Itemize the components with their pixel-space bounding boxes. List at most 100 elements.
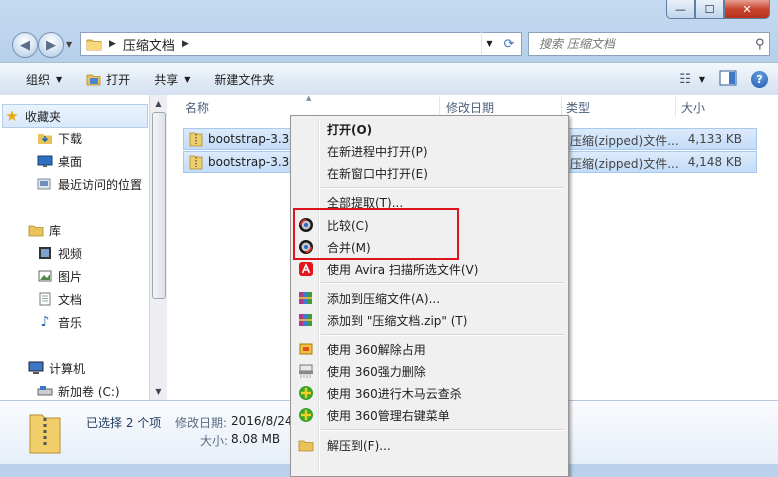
library-icon — [27, 223, 45, 237]
file-size: 4,148 KB — [687, 155, 742, 169]
nav-desktop[interactable]: 桌面 — [36, 150, 82, 172]
menu-item-label: 使用 Avira 扫描所选文件(V) — [327, 262, 479, 277]
nav-documents[interactable]: 文档 — [36, 288, 82, 310]
organize-button[interactable]: 组织 ▼ — [0, 63, 74, 95]
nav-desktop-label: 桌面 — [58, 154, 83, 169]
help-button[interactable]: ? — [751, 70, 768, 88]
column-name[interactable]: 名称 — [185, 95, 209, 119]
column-size-label: 大小 — [681, 100, 706, 115]
share-button[interactable]: 共享 ▼ — [142, 63, 202, 95]
nav-music-label: 音乐 — [58, 315, 83, 330]
preview-pane-button[interactable] — [719, 70, 737, 89]
avira-icon — [293, 261, 319, 277]
menu-item-label: 打开(O) — [327, 122, 373, 137]
menu-item-open-new-process[interactable]: 在新进程中打开(P) — [293, 140, 566, 162]
address-bar[interactable]: ▶ 压缩文档 ▶ — [80, 32, 498, 56]
preview-pane-icon — [719, 70, 737, 85]
shredder-icon — [293, 363, 319, 379]
shield-360-icon — [293, 385, 319, 401]
menu-item-360-trojan-scan[interactable]: 使用 360进行木马云查杀 — [293, 382, 566, 404]
column-divider[interactable] — [675, 97, 676, 117]
forward-arrow-icon: ▶ — [46, 37, 56, 53]
column-type[interactable]: 类型 — [566, 95, 590, 119]
nav-computer-label: 计算机 — [49, 361, 86, 376]
drive-icon — [36, 384, 54, 398]
column-divider[interactable] — [439, 97, 440, 117]
menu-item-extract-to[interactable]: 解压到(F)... — [293, 434, 566, 456]
nav-computer[interactable]: 计算机 — [27, 357, 85, 379]
nav-favorites-label: 收藏夹 — [25, 109, 62, 124]
back-button[interactable]: ◀ — [12, 32, 38, 58]
open-label: 打开 — [106, 72, 131, 87]
refresh-icon: ⟳ — [503, 36, 515, 52]
menu-item-360-manage-menu[interactable]: 使用 360管理右键菜单 — [293, 404, 566, 426]
menu-item-label: 使用 360管理右键菜单 — [327, 408, 450, 423]
nav-drive-c[interactable]: 新加卷 (C:) — [36, 380, 120, 402]
column-divider[interactable] — [561, 97, 562, 117]
search-input[interactable] — [537, 36, 751, 52]
nav-downloads[interactable]: 下载 — [36, 127, 82, 149]
zip-folder-large-icon — [29, 414, 61, 454]
help-icon: ? — [756, 72, 763, 86]
menu-separator — [321, 282, 564, 284]
address-dropdown[interactable]: ▼ — [481, 32, 497, 54]
menu-item-label: 解压到(F)... — [327, 438, 391, 453]
file-type: 压缩(zipped)文件... — [570, 157, 679, 171]
nav-documents-label: 文档 — [58, 292, 83, 307]
scroll-thumb[interactable] — [152, 112, 166, 299]
view-options-button[interactable]: ☷ ▼ — [679, 72, 705, 87]
new-folder-label: 新建文件夹 — [214, 72, 275, 87]
nav-library[interactable]: 库 — [27, 219, 61, 241]
menu-item-open-new-window[interactable]: 在新窗口中打开(E) — [293, 162, 566, 184]
menu-item-360-unlock[interactable]: 使用 360解除占用 — [293, 338, 566, 360]
menu-item-360-force-delete[interactable]: 使用 360强力删除 — [293, 360, 566, 382]
organize-label: 组织 — [26, 72, 51, 87]
nav-library-label: 库 — [49, 223, 62, 238]
nav-favorites[interactable]: ★ 收藏夹 — [2, 104, 148, 128]
highlight-annotation-box — [293, 208, 459, 260]
breadcrumb-separator-icon[interactable]: ▶ — [109, 39, 116, 49]
menu-item-label: 添加到压缩文件(A)... — [327, 291, 441, 306]
menu-item-label: 使用 360强力删除 — [327, 364, 426, 379]
nav-recent-places[interactable]: 最近访问的位置 — [36, 173, 142, 195]
nav-videos[interactable]: 视频 — [36, 242, 82, 264]
recent-pages-dropdown[interactable]: ▼ — [66, 40, 72, 49]
desktop-icon — [36, 154, 54, 168]
menu-item-label: 在新进程中打开(P) — [327, 144, 428, 159]
breadcrumb-current[interactable]: 压缩文档 — [123, 35, 175, 54]
menu-item-label: 使用 360进行木马云查杀 — [327, 386, 462, 401]
menu-item-add-to-archive[interactable]: 添加到压缩文件(A)... — [293, 287, 566, 309]
caption-buttons: — ☐ ✕ — [666, 0, 770, 20]
refresh-button[interactable]: ⟳ — [497, 32, 522, 56]
breadcrumb-separator-icon[interactable]: ▶ — [182, 39, 189, 49]
nav-pictures[interactable]: 图片 — [36, 265, 82, 287]
menu-item-add-to-zip[interactable]: 添加到 "压缩文档.zip" (T) — [293, 309, 566, 331]
zip-folder-icon — [189, 132, 203, 147]
nav-downloads-label: 下载 — [58, 131, 83, 146]
file-type: 压缩(zipped)文件... — [570, 134, 679, 148]
nav-pane-scrollbar[interactable]: ▲ ▼ — [149, 95, 167, 400]
detail-size-label: 大小: — [200, 434, 229, 448]
menu-item-avira-scan[interactable]: 使用 Avira 扫描所选文件(V) — [293, 258, 566, 280]
new-folder-button[interactable]: 新建文件夹 — [202, 63, 286, 95]
minimize-button[interactable]: — — [666, 0, 695, 19]
column-type-label: 类型 — [566, 100, 591, 115]
nav-music[interactable]: ♪ 音乐 — [36, 311, 82, 333]
menu-item-open[interactable]: 打开(O) — [293, 118, 566, 140]
forward-button[interactable]: ▶ — [38, 32, 64, 58]
folder-icon — [86, 39, 102, 51]
column-size[interactable]: 大小 — [681, 95, 705, 119]
file-name: bootstrap-3.3.7 — [208, 155, 301, 169]
recent-places-icon — [36, 177, 54, 191]
scroll-down-icon[interactable]: ▼ — [150, 383, 167, 400]
maximize-button[interactable]: ☐ — [695, 0, 724, 19]
search-box[interactable]: ⚲ — [528, 32, 770, 56]
scroll-up-icon[interactable]: ▲ — [150, 95, 167, 112]
file-name: bootstrap-3.3.7 — [208, 132, 301, 146]
search-icon[interactable]: ⚲ — [755, 37, 765, 52]
unlock-file-icon — [293, 341, 319, 357]
close-button[interactable]: ✕ — [724, 0, 770, 19]
minimize-icon: — — [675, 2, 686, 16]
video-icon — [36, 246, 54, 260]
open-button[interactable]: 打开 — [74, 63, 142, 95]
